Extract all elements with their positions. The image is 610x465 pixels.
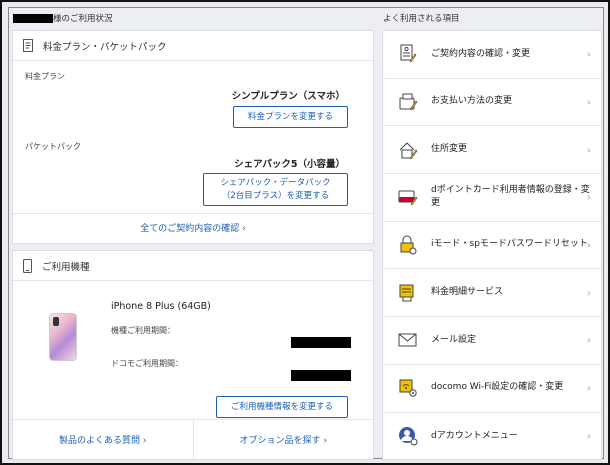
- menu-item-wifi[interactable]: docomo Wi-Fi設定の確認・変更 ›: [383, 365, 601, 413]
- wifi-settings-icon: [397, 377, 419, 399]
- menu-label: 住所変更: [431, 143, 468, 154]
- chevron-right-icon: ›: [586, 286, 591, 300]
- docomo-period-label: ドコモご利用期間：: [111, 359, 183, 368]
- menu-label: 料金明細サービス: [431, 287, 504, 298]
- chevron-right-icon: ›: [586, 47, 591, 61]
- plan-label: 料金プラン: [25, 72, 65, 81]
- window-frame: 様のご利用状況 よく利用される項目 料金プラン・パケットパック 料金プラン シン…: [0, 0, 610, 465]
- menu-item-password-reset[interactable]: iモード・spモードパスワードリセット ›: [383, 222, 601, 270]
- chevron-right-icon: ›: [586, 95, 591, 109]
- mail-icon: [397, 329, 419, 351]
- usage-status-title: 様のご利用状況: [53, 14, 113, 24]
- document-icon: [23, 39, 33, 52]
- menu-item-billing[interactable]: 料金明細サービス ›: [383, 269, 601, 318]
- chevron-right-icon: ›: [586, 238, 591, 252]
- chevron-right-icon: ›: [586, 143, 591, 157]
- device-period-label: 機種ご利用期間：: [111, 326, 175, 335]
- plan-card-title: 料金プラン・パケットパック: [43, 41, 167, 53]
- redacted-docomo-period: [291, 370, 351, 381]
- menu-label: iモード・spモードパスワードリセット: [431, 239, 588, 250]
- chevron-right-icon: ›: [586, 381, 591, 395]
- iphone-image: [49, 313, 77, 361]
- menu-label: メール設定: [431, 334, 477, 345]
- chevron-right-icon: ›: [586, 190, 591, 204]
- bill-icon: [397, 282, 419, 304]
- house-icon: [397, 139, 419, 161]
- product-faq-link[interactable]: 製品のよくある質問 ›: [13, 420, 194, 459]
- frequent-items-menu: ご契約内容の確認・変更 › お支払い方法の変更 › 住所変更 › dポイントカー…: [382, 30, 602, 460]
- device-card: ご利用機種 iPhone 8 Plus (64GB) 機種ご利用期間： ドコモご…: [12, 250, 374, 460]
- change-packet-button[interactable]: シェアパック・データパック （2台目プラス）を変更する: [203, 173, 348, 206]
- daccount-icon: [397, 425, 419, 447]
- menu-label: ご契約内容の確認・変更: [431, 48, 531, 59]
- plan-card: 料金プラン・パケットパック 料金プラン シンプルプラン（スマホ） 料金プランを変…: [12, 30, 374, 244]
- redacted-name: [13, 13, 53, 23]
- menu-label: docomo Wi-Fi設定の確認・変更: [431, 382, 564, 393]
- page-content: 様のご利用状況 よく利用される項目 料金プラン・パケットパック 料金プラン シン…: [8, 7, 604, 460]
- menu-item-address[interactable]: 住所変更 ›: [383, 126, 601, 175]
- menu-item-mail[interactable]: メール設定 ›: [383, 317, 601, 365]
- menu-label: dアカウントメニュー: [431, 430, 518, 441]
- usage-status-heading: 様のご利用状況: [13, 12, 113, 24]
- frequent-items-heading: よく利用される項目: [383, 14, 460, 24]
- packet-button-line1: シェアパック・データパック: [220, 178, 331, 189]
- menu-item-contract[interactable]: ご契約内容の確認・変更 ›: [383, 31, 601, 79]
- smartphone-icon: [23, 258, 32, 273]
- camera-icon: [53, 317, 59, 326]
- menu-item-payment[interactable]: お支払い方法の変更 ›: [383, 79, 601, 127]
- chevron-right-icon: ›: [586, 333, 591, 347]
- find-options-link[interactable]: オプション品を探す ›: [194, 420, 374, 459]
- device-card-title: ご利用機種: [42, 261, 90, 273]
- all-contracts-link[interactable]: 全てのご契約内容の確認 ›: [13, 213, 373, 244]
- packet-button-line2: （2台目プラス）を変更する: [221, 190, 330, 201]
- change-plan-button[interactable]: 料金プランを変更する: [233, 106, 348, 128]
- lock-icon: [397, 234, 419, 256]
- menu-item-daccount[interactable]: dアカウントメニュー ›: [383, 413, 601, 461]
- plan-value: シンプルプラン（スマホ）: [231, 91, 345, 102]
- menu-label: お支払い方法の変更: [431, 96, 513, 107]
- wallet-icon: [397, 91, 419, 113]
- change-device-button[interactable]: ご利用機種情報を変更する: [216, 396, 348, 418]
- chevron-right-icon: ›: [586, 429, 591, 443]
- plan-card-header: 料金プラン・パケットパック: [13, 31, 373, 61]
- device-model: iPhone 8 Plus (64GB): [111, 301, 211, 312]
- device-links: 製品のよくある質問 › オプション品を探す ›: [13, 419, 373, 459]
- device-card-header: ご利用機種: [13, 251, 373, 281]
- contract-doc-icon: [397, 43, 419, 65]
- packet-label: パケットパック: [25, 142, 81, 151]
- menu-label: dポイントカード利用者情報の登録・変更: [431, 184, 590, 209]
- dpoint-card-icon: [397, 186, 419, 208]
- packet-value: シェアパック5（小容量）: [234, 159, 345, 170]
- redacted-device-period: [291, 337, 351, 348]
- menu-item-dpoint[interactable]: dポイントカード利用者情報の登録・変更 ›: [383, 174, 601, 222]
